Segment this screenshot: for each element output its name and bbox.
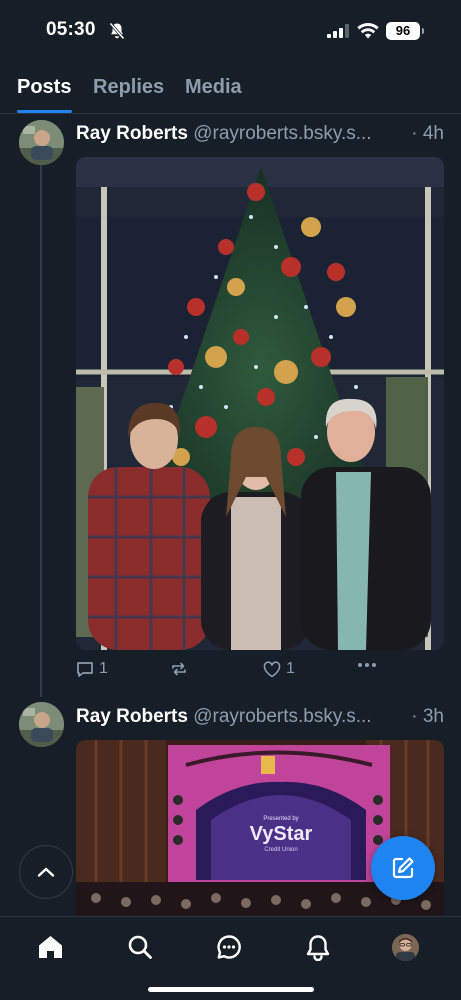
- home-indicator: [148, 987, 314, 992]
- reply-icon: [77, 662, 93, 677]
- search-icon: [128, 935, 152, 959]
- post-time: · 3h: [411, 706, 444, 727]
- post-image[interactable]: [76, 157, 444, 650]
- avatar[interactable]: [19, 702, 64, 747]
- avatar-image: [19, 120, 64, 165]
- reply-count: 1: [99, 660, 108, 677]
- nav-home[interactable]: [36, 933, 64, 961]
- battery-indicator: 96: [386, 22, 424, 40]
- stage-sign-brand: VyStar: [250, 823, 313, 845]
- compose-icon: [392, 857, 414, 879]
- chat-icon: [217, 935, 241, 959]
- post-time: · 4h: [411, 123, 444, 144]
- avatar-image: [19, 702, 64, 747]
- profile-avatar-image: [392, 934, 419, 961]
- signal-icon: [327, 24, 349, 38]
- stage-sign-top: Presented by: [263, 816, 298, 822]
- photo-family-christmas-tree: [76, 157, 444, 650]
- wifi-icon: [357, 23, 379, 39]
- tab-media[interactable]: Media: [185, 76, 242, 99]
- bell-muted-icon: [109, 22, 125, 40]
- post-header: Ray Roberts @rayroberts.bsky.s...: [76, 706, 372, 728]
- post-header: Ray Roberts @rayroberts.bsky.s...: [76, 123, 372, 145]
- home-icon: [38, 936, 62, 958]
- author-name[interactable]: Ray Roberts: [76, 706, 188, 727]
- compose-post-button[interactable]: [371, 836, 435, 900]
- profile-tabs: Posts Replies Media: [0, 62, 461, 114]
- author-handle[interactable]: @rayroberts.bsky.s...: [193, 123, 371, 144]
- status-bar: 05:30 96: [0, 0, 461, 62]
- active-tab-indicator: [17, 110, 72, 113]
- like-count: 1: [286, 660, 295, 677]
- nav-chat[interactable]: [215, 933, 243, 961]
- heart-icon: [263, 660, 281, 677]
- scroll-to-top-button[interactable]: [19, 845, 73, 899]
- bell-icon: [306, 934, 330, 961]
- bottom-navigation: [0, 916, 461, 1000]
- more-icon: [358, 663, 376, 667]
- avatar[interactable]: [19, 120, 64, 165]
- nav-profile-avatar[interactable]: [392, 934, 419, 961]
- reply-button[interactable]: 1: [76, 660, 108, 678]
- author-name[interactable]: Ray Roberts: [76, 123, 188, 144]
- stage-sign-sub: Credit Union: [264, 847, 297, 853]
- repost-button[interactable]: [170, 660, 188, 678]
- author-handle[interactable]: @rayroberts.bsky.s...: [193, 706, 371, 727]
- tab-replies[interactable]: Replies: [93, 76, 164, 99]
- tab-posts[interactable]: Posts: [17, 76, 71, 99]
- chevron-up-icon: [37, 867, 55, 877]
- nav-notifications[interactable]: [304, 933, 332, 961]
- thread-connector-line: [40, 163, 42, 697]
- more-options-button[interactable]: [357, 662, 377, 668]
- status-time: 05:30: [46, 19, 96, 40]
- like-button[interactable]: 1: [263, 660, 295, 678]
- post-actions: 1 1: [76, 660, 446, 684]
- nav-search[interactable]: [126, 933, 154, 961]
- repost-icon: [172, 662, 186, 676]
